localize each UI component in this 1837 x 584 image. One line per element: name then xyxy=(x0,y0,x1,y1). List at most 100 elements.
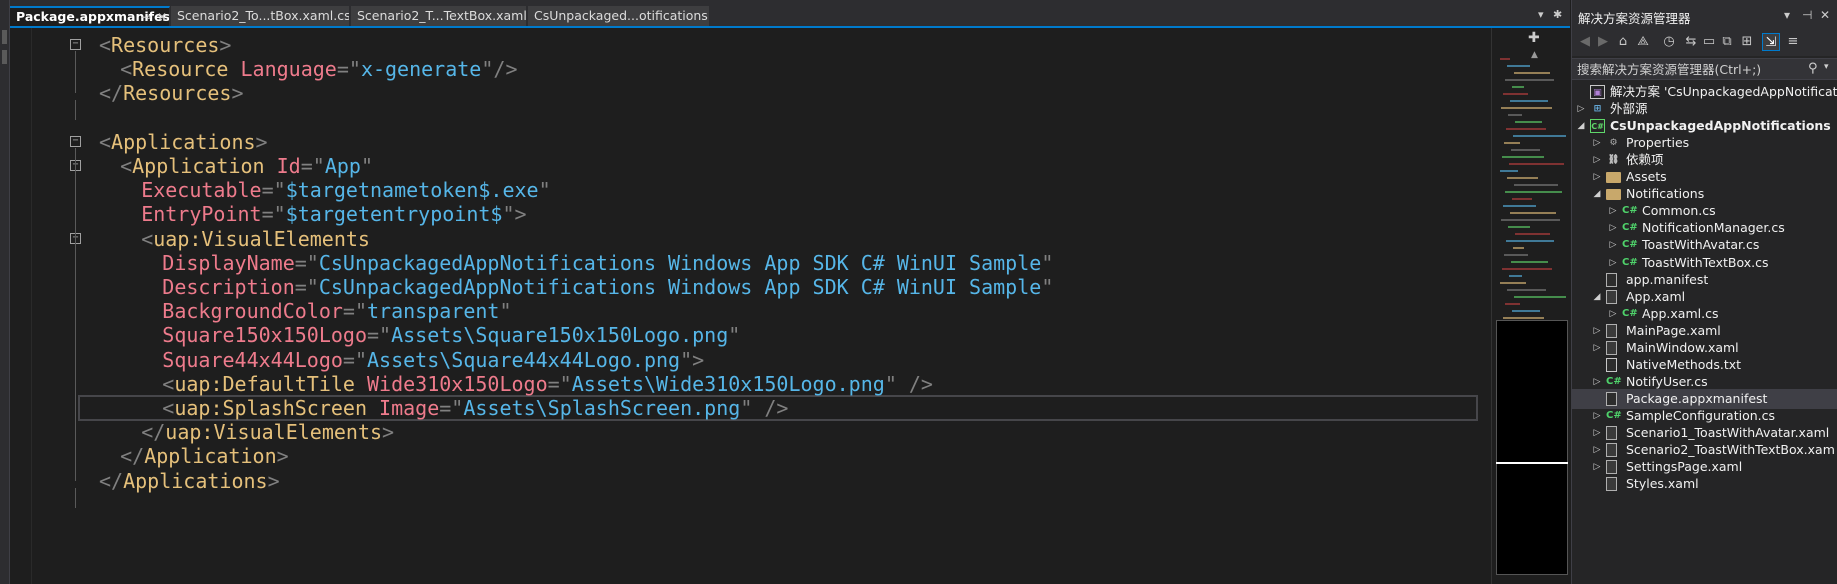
csharp-project-icon: C# xyxy=(1590,119,1605,134)
properties-icon[interactable]: ⊞ xyxy=(1738,33,1756,51)
xml-attribute-value: x-generate xyxy=(360,57,482,82)
code-line: <Resources> xyxy=(99,32,231,58)
tab-label: CsUnpackaged...otifications xyxy=(534,8,708,23)
xml-tag-name: uap:SplashScreen xyxy=(174,396,367,420)
tool-tab-marker[interactable] xyxy=(2,50,7,64)
minimap-line xyxy=(1508,114,1522,116)
minimap-line xyxy=(1511,149,1540,151)
minimap-line xyxy=(1505,79,1554,81)
manifest-icon xyxy=(1606,391,1617,406)
back-icon[interactable]: ◀ xyxy=(1576,33,1594,51)
forward-icon[interactable]: ▶ xyxy=(1594,33,1612,51)
tab-scenario2-xaml[interactable]: Scenario2_T...TextBox.xaml xyxy=(351,6,527,26)
close-icon[interactable]: ✕ xyxy=(157,8,167,26)
minimap-line xyxy=(1511,261,1548,263)
xml-attribute-name: BackgroundColor xyxy=(162,299,343,324)
split-window-icon[interactable]: ✚ xyxy=(1528,30,1540,46)
pending-changes-filter-icon[interactable]: ◷ xyxy=(1660,33,1678,51)
xml-attribute-name: Wide310x150Logo xyxy=(367,371,548,396)
manifest-icon xyxy=(1606,272,1617,287)
solution-explorer-panel: 解决方案资源管理器 ▾ ⊣ ✕ ◀ ▶ ⌂ ⟁ ◷ ⇆ ▭ ⧉ ⊞ ⇲ ≡ ⚲ … xyxy=(1571,0,1837,584)
xml-punctuation: =" xyxy=(294,250,319,275)
xaml-file-icon xyxy=(1606,340,1617,355)
minimap-line xyxy=(1514,296,1566,298)
minimap-scrollbar[interactable] xyxy=(1491,28,1570,584)
code-line: <uap:SplashScreen Image="Assets\SplashSc… xyxy=(99,395,788,421)
more-options-icon[interactable]: ≡ xyxy=(1784,33,1802,51)
pin-panel-icon[interactable]: ⊣ xyxy=(1802,8,1812,22)
code-line: DisplayName="CsUnpackagedAppNotification… xyxy=(99,250,1053,276)
close-icon[interactable]: ✕ xyxy=(1820,8,1830,22)
xml-attribute-value: Assets\SplashScreen.png xyxy=(463,396,741,420)
xml-attribute-name: Square44x44Logo xyxy=(162,347,343,372)
search-icon[interactable]: ⚲ xyxy=(1808,61,1818,76)
gear-icon[interactable]: ✱ xyxy=(1553,8,1562,21)
minimap-line xyxy=(1506,128,1546,130)
xml-punctuation: </ xyxy=(99,81,124,106)
sync-active-document-icon[interactable]: ⇆ xyxy=(1682,33,1700,51)
xml-punctuation: =" xyxy=(342,299,368,324)
xml-attribute-name: DisplayName xyxy=(162,250,295,275)
xaml-file-icon xyxy=(1606,426,1617,440)
minimap-line xyxy=(1514,184,1558,186)
tab-scenario2-xaml-cs[interactable]: Scenario2_To...tBox.xaml.cs xyxy=(171,6,350,26)
editor-pane: Package.appxmanifest ⊸ ✕ Scenario2_To...… xyxy=(10,0,1570,584)
xml-punctuation: > xyxy=(231,81,244,106)
tab-csunpackaged-project[interactable]: CsUnpackaged...otifications xyxy=(528,6,710,26)
xml-punctuation: > xyxy=(219,33,232,57)
xml-punctuation: =" xyxy=(342,347,368,372)
xml-attribute-value: CsUnpackagedAppNotifications Windows App… xyxy=(318,250,1042,275)
xml-punctuation: > xyxy=(276,444,289,469)
minimap-line xyxy=(1505,303,1520,305)
xml-tag-name: uap:DefaultTile xyxy=(174,371,355,396)
xml-punctuation: =" xyxy=(294,275,319,299)
minimap-viewport[interactable] xyxy=(1496,320,1568,575)
minimap-line xyxy=(1515,121,1542,123)
minimap-line xyxy=(1500,170,1518,172)
xml-attribute-value: $targetnametoken$.exe xyxy=(285,178,539,203)
xml-tag-name: Resource xyxy=(132,57,229,82)
xml-attribute-name: Description xyxy=(162,275,295,299)
xml-punctuation: =" xyxy=(261,202,286,227)
collapse-icon[interactable]: − xyxy=(70,135,81,147)
minimap-line xyxy=(1501,219,1560,221)
xml-punctuation: =" xyxy=(336,57,361,82)
csharp-file-icon: C# xyxy=(1606,409,1622,421)
pin-icon[interactable]: ⊸ xyxy=(141,8,151,26)
tool-tab-marker[interactable] xyxy=(2,30,7,44)
tree-item[interactable]: Styles.xaml xyxy=(1572,474,1837,494)
tab-list-dropdown-icon[interactable]: ▾ xyxy=(1538,8,1544,21)
xml-punctuation xyxy=(355,372,367,396)
xml-punctuation: </ xyxy=(120,444,145,469)
search-options-dropdown-icon[interactable]: ▾ xyxy=(1824,62,1829,72)
scroll-up-icon[interactable]: ▲ xyxy=(1531,50,1538,60)
collapse-icon[interactable]: − xyxy=(70,39,81,50)
window-position-dropdown-icon[interactable]: ▾ xyxy=(1784,8,1790,22)
show-all-files-icon[interactable]: ⧉ xyxy=(1718,33,1736,51)
switch-views-icon[interactable]: ⟁ xyxy=(1634,33,1652,51)
code-editor[interactable]: −−−− <Resources><Resource Language="x-ge… xyxy=(10,28,1490,584)
code-line: </Applications> xyxy=(99,468,280,494)
search-input[interactable] xyxy=(1577,61,1797,77)
xml-attribute-value: Assets\Wide310x150Logo.png xyxy=(571,371,885,396)
code-line: <Resource Language="x-generate"/> xyxy=(99,56,517,82)
preview-selected-items-icon[interactable]: ⇲ xyxy=(1762,33,1780,51)
tab-package-appxmanifest[interactable]: Package.appxmanifest ⊸ ✕ xyxy=(10,6,170,26)
minimap-line xyxy=(1513,247,1524,249)
minimap-line xyxy=(1506,240,1554,242)
xml-attribute-name: Executable xyxy=(141,178,262,203)
dependencies-icon: ⛓ xyxy=(1607,155,1620,166)
minimap-line xyxy=(1507,65,1530,67)
collapse-all-icon[interactable]: ▭ xyxy=(1700,33,1718,51)
xml-punctuation: < xyxy=(120,57,133,82)
xml-punctuation xyxy=(367,396,379,420)
home-icon[interactable]: ⌂ xyxy=(1614,33,1632,51)
csharp-file-icon: C# xyxy=(1622,222,1638,234)
folder-icon xyxy=(1606,189,1621,201)
tree-item-label: Styles.xaml xyxy=(1626,476,1699,492)
minimap-line xyxy=(1507,177,1538,179)
code-line: <uap:VisualElements xyxy=(99,226,370,252)
xml-punctuation: " xyxy=(1041,250,1054,275)
code-line: </Resources> xyxy=(99,80,244,106)
xml-tag-name: Application xyxy=(144,444,277,469)
